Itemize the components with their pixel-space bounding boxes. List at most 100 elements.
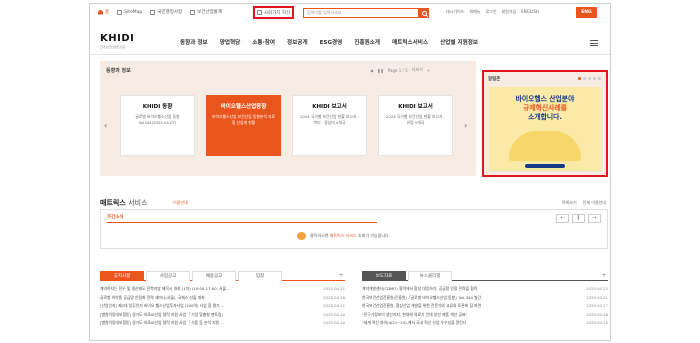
pager-dot[interactable] [593, 77, 596, 80]
util-link-1[interactable]: 국민행정사항 [150, 9, 182, 15]
menu-item-participation[interactable]: 소통·참여 [252, 38, 275, 46]
list-item[interactable]: 한국보건산업진흥원(진흥원)「글로벌 바이오헬스산업 동향」Vol.344 발간… [362, 294, 608, 303]
sitemap-icon [117, 9, 123, 15]
service-title-sub: 서비스 [128, 199, 148, 207]
util-right-2[interactable]: 퀵메뉴 [469, 9, 480, 15]
tab-bid[interactable]: 입찰 [238, 271, 282, 281]
service-help-link[interactable]: 전체 이용안내 [583, 200, 606, 206]
regulation-banner[interactable]: 바이오헬스 산업분야 규제혁신사례를 소개합니다. [489, 87, 601, 171]
list-item[interactable]: 한국보건산업진흥원, 협상산업 개발을 위한 전문가와 교류와 토론회 참 마련… [362, 302, 608, 311]
card-text: 바이오헬스산업 보건산업 동향분석 자료 및 산업계 현황 [212, 114, 276, 125]
carousel-more[interactable]: 더보기 [412, 67, 423, 73]
item-date: 2025.04.22 [586, 286, 608, 291]
prev-small-icon[interactable]: ◀ [370, 68, 373, 73]
tab-news[interactable]: 뉴스클리핑 [408, 271, 452, 281]
list-item[interactable]: 계약하지는 전우 및 생산제도 전북지방 제작시 개최 (1차) (10:00-… [100, 285, 345, 294]
menu-item-matrix[interactable]: 매트릭스서비스 [392, 38, 428, 46]
service-title-main: 매트릭스 [100, 199, 126, 207]
press-more-icon[interactable]: + [600, 272, 608, 280]
carousel-controls: ◀ ❚❚ Page 1 / 5 더보기 + [370, 67, 430, 73]
card-logo: 바이오헬스산업동향 [220, 104, 267, 110]
list-item[interactable]: 글로벌 의약품 공급망 안정화 전략 세미나(서울), 국제스 선출 개최 202… [100, 294, 345, 303]
carousel-page: Page 1 / 5 [387, 67, 408, 73]
trend-card-active[interactable]: 바이오헬스산업동향 바이오헬스산업 보건산업 동향분석 자료 및 산업계 현황 [206, 95, 281, 156]
trend-card[interactable]: KHIDI 보고서 2024 국가별 보건산업 현황 보고서 - 유럽 5개국 [378, 95, 453, 156]
search-button[interactable] [419, 8, 429, 18]
english-button[interactable]: ENG [576, 7, 597, 18]
sitemap-link[interactable]: SiteMap [117, 9, 143, 15]
signup-link[interactable]: 회원가입 [502, 9, 517, 15]
item-title: 계약개발센터(CDMO) 협력에서 합성 대응하기, 공급망 안정 전략을 협력 [362, 286, 478, 291]
hamburger-menu-icon[interactable] [590, 40, 598, 46]
heart-icon [256, 10, 262, 15]
search-input[interactable]: 검색어를 입력하세요 [303, 8, 419, 18]
utility-bar: 홈 SiteMap 국민행정사항 보건산업통계 사회가치 혁신 검색어를 입력하… [90, 4, 610, 21]
service-list-link[interactable]: 목록보기 [562, 200, 577, 206]
tab-recruit[interactable]: 채용공고 [192, 271, 236, 281]
service-message[interactable]: 클릭하시면 매트릭스 서비스 조회가 가능합니다. [297, 232, 390, 240]
service-tab[interactable]: 주간소식 [107, 214, 377, 223]
util-right-1[interactable]: 대시가이드 [446, 9, 464, 15]
card-text: 2024 국가별 보건산업 현황 보고서 - 북미 · 중남미 4개국 [300, 114, 359, 125]
welfare-innovation-link[interactable]: 사회가치 혁신 [253, 6, 294, 19]
chart-icon [190, 9, 196, 15]
notice-more-icon[interactable]: + [337, 272, 345, 280]
card-logo: KHIDI 보고서 [312, 104, 347, 110]
carousel-next-icon[interactable]: › [464, 121, 467, 130]
pager-dot-active[interactable] [578, 77, 581, 80]
logo-text: KHIDI [100, 33, 135, 44]
menu-item-disclosure[interactable]: 정보공개 [287, 38, 308, 46]
tab-notice[interactable]: 공지사항 [100, 271, 144, 281]
trend-card[interactable]: KHIDI 보고서 2024 국가별 보건산업 현황 보고서 - 북미 · 중남… [292, 95, 367, 156]
home-label: 홈 [105, 10, 110, 15]
tab-press[interactable]: 보도자료 [362, 271, 406, 281]
pause-icon[interactable]: ∥ [572, 214, 585, 223]
item-title: "전구가정보이 생산자지, 현대에 의료기 인데 양산 제품 개선 공표" [362, 311, 468, 317]
menu-item-esg[interactable]: ESG경영 [320, 38, 343, 46]
item-title: 한국보건산업진흥원(진흥원)「글로벌 바이오헬스산업 동향」Vol.344 발간 [362, 294, 482, 300]
trend-card[interactable]: KHIDI 동향 글로벌 바이오헬스산업 동향 Vol344(2025.04.0… [120, 95, 195, 156]
document-icon [150, 9, 156, 15]
item-title: 계약하지는 전우 및 생산제도 전북지방 제작시 개최 (1차) (10:00-… [100, 286, 230, 291]
plus-icon[interactable]: + [427, 68, 430, 73]
message-highlight: 매트릭스 서비스 [329, 233, 357, 238]
list-item[interactable]: "세계 혁신 파이(4/21~24),계서 국내 혁신 산업 우수성을 알린다 2… [362, 319, 608, 328]
sitemap-label: SiteMap [124, 9, 143, 15]
carousel-title: 동향과 정보 [106, 68, 131, 74]
carousel-prev-icon[interactable]: ‹ [104, 121, 107, 130]
pager-dot[interactable] [598, 77, 601, 80]
popup-title: 알림존 [488, 77, 501, 82]
list-item[interactable]: [병원이동대보협동] 경기도 의료AI산업 협력 지원 사업 「기업 맞춤형 멘… [100, 311, 345, 320]
site-logo[interactable]: KHIDI 한국보건산업진흥원 [100, 33, 134, 49]
arrow-left-icon[interactable]: ← [556, 214, 569, 223]
list-item[interactable]: "전구가정보이 생산자지, 현대에 의료기 인데 양산 제품 개선 공표" 202… [362, 311, 608, 320]
main-navigation: KHIDI 한국보건산업진흥원 동향과 정보 양업혁당 소통·참여 정보공개 E… [90, 30, 610, 55]
english-link[interactable]: ENGLISH [521, 9, 539, 15]
menu-item-2[interactable]: 양업혁당 [220, 38, 241, 46]
menu-item-about[interactable]: 진흥원소개 [354, 38, 380, 46]
login-link[interactable]: 로그인 [485, 9, 496, 15]
tab-business[interactable]: 사업공고 [146, 271, 190, 281]
card-logo: KHIDI 보고서 [398, 104, 433, 110]
welfare-label: 사회가치 혁신 [263, 10, 291, 16]
search-icon [421, 10, 427, 16]
menu-item-trends[interactable]: 동향과 정보 [180, 38, 208, 46]
service-title: 매트릭스 서비스 [100, 198, 148, 208]
pager-dot[interactable] [588, 77, 591, 80]
list-item[interactable]: [산업인지] 제2대 임무인지 바이오 헬스산업투자사업 (100억) 사업 참… [100, 302, 345, 311]
pause-icon[interactable]: ❚❚ [377, 68, 384, 73]
message-post: 조회가 가능합니다. [356, 233, 390, 238]
item-date: 2025.04.11 [323, 303, 345, 309]
banner-footer-logo [525, 164, 565, 168]
util-link-2[interactable]: 보건산업통계 [190, 9, 222, 15]
list-item[interactable]: 계약개발센터(CDMO) 협력에서 합성 대응하기, 공급망 안정 전략을 협력… [362, 285, 608, 294]
pager-dot[interactable] [583, 77, 586, 80]
card-text: 2024 국가별 보건산업 현황 보고서 - 유럽 5개국 [386, 114, 445, 125]
service-guide-link[interactable]: 이용안내 [173, 200, 188, 206]
list-item[interactable]: [병원이동대보협동] 경기도 의료AI산업 협력 지원 사업 「식품 등 분석 … [100, 319, 345, 328]
arrow-right-icon[interactable]: → [588, 214, 601, 223]
popup-pager[interactable] [578, 77, 601, 80]
trends-carousel: 동향과 정보 ◀ ❚❚ Page 1 / 5 더보기 + ‹ KHIDI 동향 … [100, 61, 476, 176]
home-link[interactable]: 홈 [98, 9, 109, 15]
menu-item-support[interactable]: 산업별 지원정보 [440, 38, 478, 46]
